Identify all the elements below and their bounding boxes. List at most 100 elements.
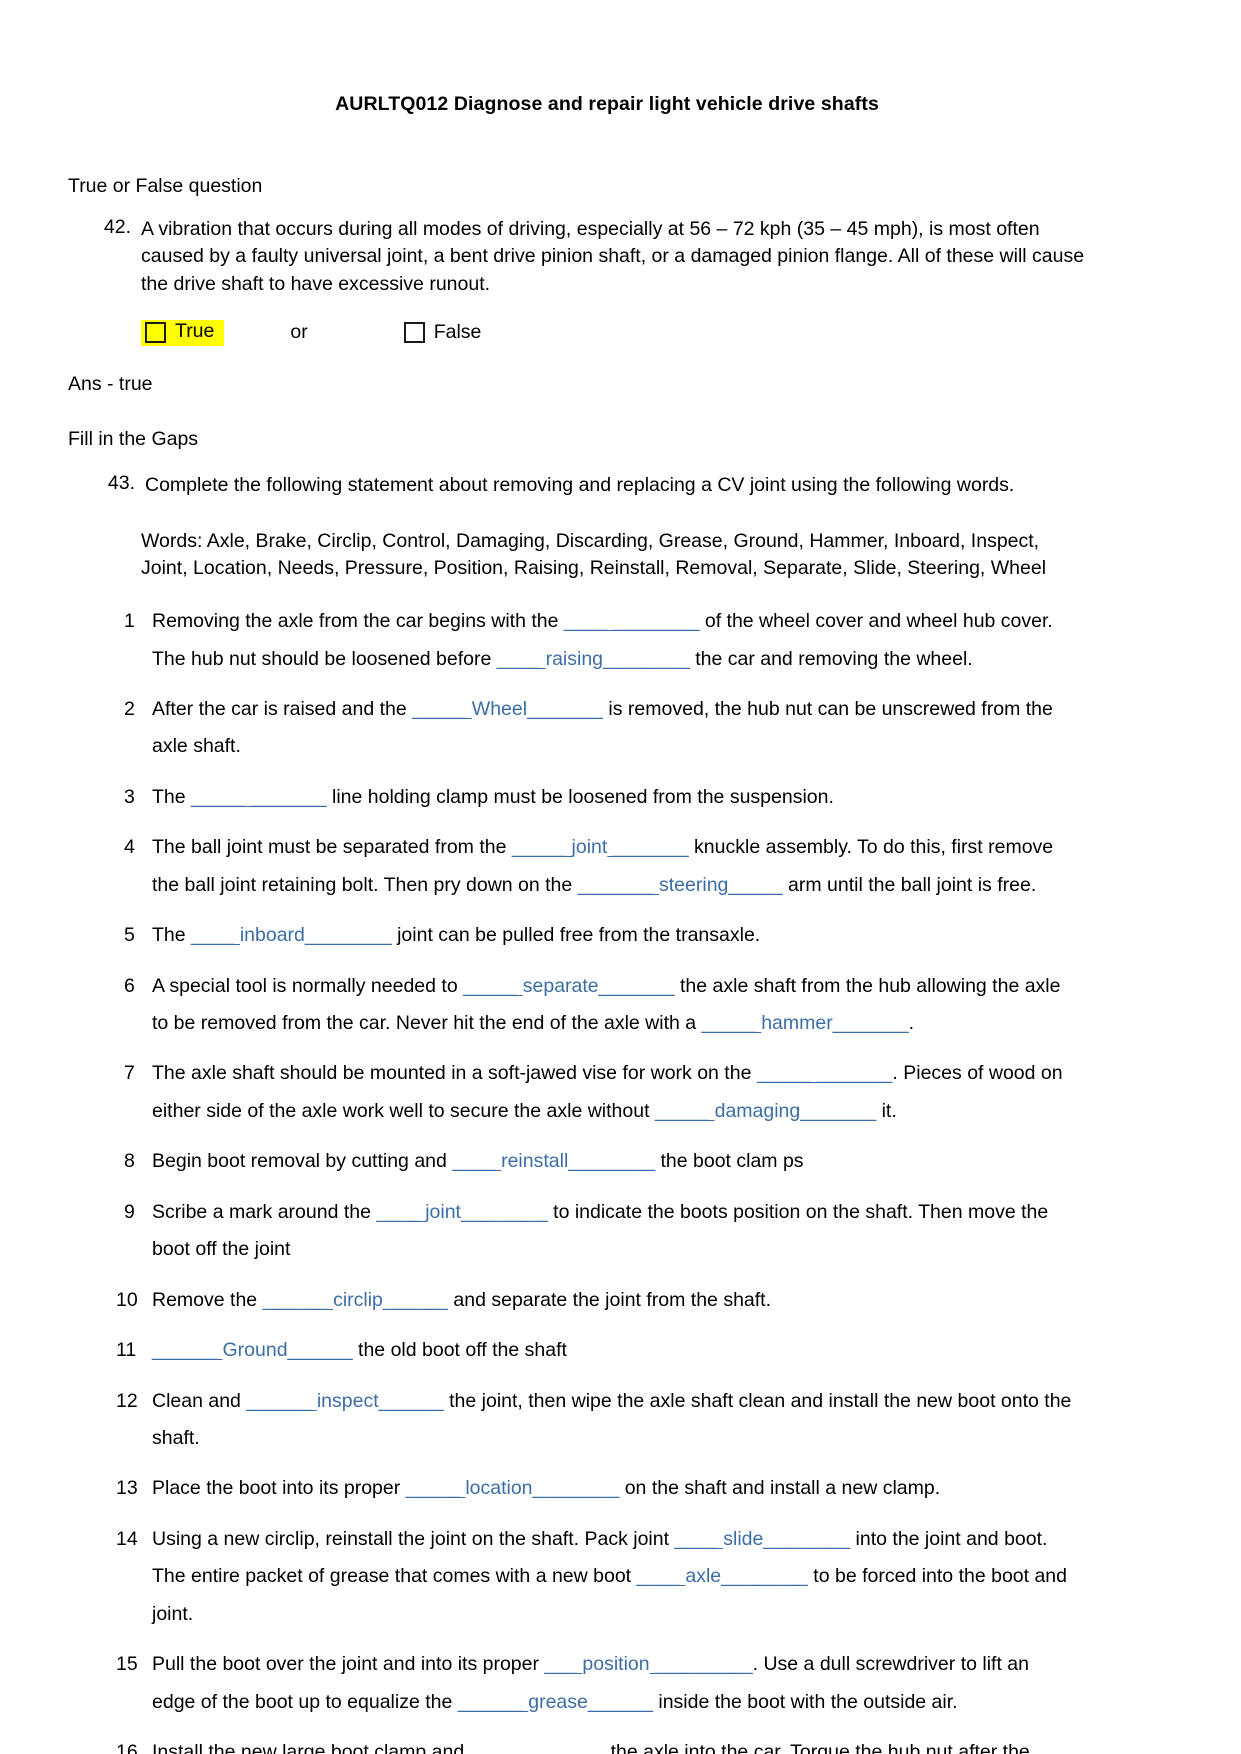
gap-blank-line[interactable]: _____ _______ — [757, 1062, 893, 1084]
gap-item: 11 ______ Ground______ the old boot off t… — [108, 1332, 1146, 1369]
gap-blank-line[interactable]: ____ ________ — [564, 610, 700, 632]
gap-answer-word[interactable]: reinstall — [501, 1150, 568, 1172]
gap-answer-word[interactable]: circlip — [333, 1289, 383, 1311]
gap-static-text: Begin boot removal by cutting and — [152, 1150, 453, 1173]
gap-static-text: Pull the boot over the joint and into it… — [152, 1653, 545, 1676]
gap-item-number: 14 — [116, 1527, 138, 1550]
gap-static-text: it. — [876, 1099, 897, 1122]
gap-items-list: 1 Removing the axle from the car begins w… — [68, 603, 1146, 1754]
gap-blank-line[interactable]: ____ — [191, 924, 240, 946]
gap-answer-word[interactable]: raising — [546, 648, 603, 670]
gap-blank-line[interactable]: _____ — [412, 698, 472, 720]
gap-item-number: 15 — [116, 1653, 138, 1676]
gap-blank-line[interactable]: ____ — [637, 1565, 686, 1587]
gap-item: 13 Place the boot into its proper _____ l… — [108, 1470, 1146, 1507]
gap-answer-word[interactable]: joint — [425, 1201, 461, 1223]
gap-blank-line[interactable]: ________ — [461, 1201, 548, 1223]
gap-blank-line[interactable]: ______ — [152, 1339, 223, 1361]
gap-answer-word[interactable]: Wheel — [472, 698, 527, 720]
gap-answer-word[interactable]: inboard — [240, 924, 305, 946]
gap-answer-word[interactable]: axle — [685, 1565, 721, 1587]
gap-item: 8 Begin boot removal by cutting and ____ … — [108, 1143, 1146, 1180]
gap-static-text: on the shaft and install a new clamp. — [619, 1477, 941, 1500]
gap-static-text: After the car is raised and the — [152, 697, 413, 720]
question-42-choices: True or False — [68, 315, 1146, 351]
choice-false[interactable]: False — [403, 322, 481, 344]
gap-answer-word[interactable]: damaging — [715, 1100, 801, 1122]
gap-blank-line[interactable]: _____ — [702, 1012, 762, 1034]
words-bank-line-1: Words: Axle, Brake, Circlip, Control, Da… — [141, 529, 1040, 552]
gap-blank-line[interactable]: ________ — [721, 1565, 808, 1587]
gap-static-text: Place the boot into its proper — [152, 1477, 406, 1500]
checkbox-true-icon[interactable] — [145, 321, 166, 343]
gap-blank-line[interactable]: ________ — [568, 1150, 655, 1172]
gap-answer-word[interactable]: steering — [659, 874, 728, 896]
gap-blank-line[interactable]: _____ — [406, 1477, 466, 1499]
gap-blank-line[interactable]: _______ — [599, 975, 675, 997]
gap-item-number: 16 — [116, 1741, 138, 1754]
gap-blank-line[interactable]: ________ — [305, 924, 392, 946]
gap-answer-word[interactable]: hammer — [761, 1012, 833, 1034]
gap-item-text: ______ Ground______ the old boot off the… — [152, 1332, 1072, 1369]
gap-item: 12 Clean and ______ inspect______ the joi… — [108, 1383, 1146, 1458]
gap-blank-line[interactable]: _______ — [833, 1012, 909, 1034]
gap-blank-line[interactable]: ______ — [379, 1390, 444, 1412]
page-title: AURLTQ012 Diagnose and repair light vehi… — [335, 93, 879, 115]
document-page: AURLTQ012 Diagnose and repair light vehi… — [0, 0, 1241, 1754]
gap-item-text: Clean and ______ inspect______ the joint… — [152, 1383, 1072, 1458]
fill-gaps-heading: Fill in the Gaps — [68, 427, 199, 450]
gap-blank-line[interactable]: ____ — [674, 1528, 723, 1550]
gap-blank-line[interactable]: _______ — [578, 874, 659, 896]
gap-blank-line[interactable]: ___ — [544, 1653, 582, 1675]
gap-item-text: The axle shaft should be mounted in a so… — [152, 1055, 1072, 1130]
gap-blank-line[interactable]: ________ — [603, 648, 690, 670]
gap-blank-line[interactable]: ____ — [452, 1150, 501, 1172]
gap-blank-line[interactable]: _________ — [650, 1653, 753, 1675]
gap-blank-line[interactable]: ______ — [288, 1339, 353, 1361]
gap-answer-word[interactable]: grease — [528, 1691, 588, 1713]
gap-blank-line[interactable]: _____ _______ — [191, 786, 327, 808]
gap-answer-word[interactable]: position — [582, 1653, 649, 1675]
gap-blank-line[interactable]: _____ — [512, 836, 572, 858]
gap-blank-line[interactable]: ____ — [376, 1201, 425, 1223]
gap-item-text: Place the boot into its proper _____ loc… — [152, 1470, 1072, 1507]
gap-item-number: 11 — [116, 1339, 137, 1362]
gap-blank-line[interactable]: _____ — [655, 1100, 715, 1122]
gap-item-number: 8 — [124, 1150, 135, 1173]
gap-answer-word[interactable]: slide — [723, 1528, 763, 1550]
gap-blank-line[interactable]: ______ — [246, 1390, 317, 1412]
gap-item-text: Removing the axle from the car begins wi… — [152, 603, 1072, 678]
checkbox-false-icon[interactable] — [403, 322, 425, 344]
choice-true[interactable]: True — [141, 319, 225, 346]
gap-blank-line[interactable]: _____ — [728, 874, 782, 896]
gap-static-text: joint can be pulled free from the transa… — [391, 924, 761, 947]
gap-blank-line[interactable]: ________ — [763, 1528, 850, 1550]
gap-blank-line[interactable]: ______ — [588, 1691, 653, 1713]
gap-static-text: the car and removing the wheel. — [689, 647, 973, 670]
gap-static-text: arm until the ball joint is free. — [782, 873, 1037, 896]
gap-answer-word[interactable]: Ground — [223, 1339, 288, 1361]
gap-blank-line[interactable]: ________ — [533, 1477, 620, 1499]
gap-blank-line[interactable]: _______ — [607, 836, 689, 858]
gap-blank-line[interactable]: ______ — [263, 1289, 334, 1311]
gap-item-number: 12 — [116, 1389, 138, 1412]
gap-answer-word[interactable]: separate — [523, 975, 599, 997]
gap-blank-line[interactable]: ______ — [458, 1691, 529, 1713]
gap-blank-line[interactable]: _______ — [527, 698, 603, 720]
gap-blank-line[interactable]: ______ — [383, 1289, 448, 1311]
gap-blank-line[interactable]: _____ — [463, 975, 523, 997]
gap-item-number: 1 — [124, 610, 135, 633]
gap-answer-word[interactable]: location — [465, 1477, 532, 1499]
gap-static-text: The — [152, 785, 192, 808]
gap-static-text: line holding clamp must be loosened from… — [326, 785, 834, 808]
question-42-text: A vibration that occurs during all modes… — [141, 217, 1085, 296]
gap-answer-word[interactable]: joint — [572, 836, 608, 858]
gap-item-text: The ____ inboard________ joint can be pu… — [152, 917, 1072, 954]
gap-blank-line[interactable]: ____ — [497, 648, 546, 670]
question-43-number: 43. — [107, 472, 135, 495]
gap-static-text: Using a new circlip, reinstall the joint… — [152, 1527, 675, 1550]
question-42-number: 42. — [103, 215, 131, 238]
gap-blank-line[interactable]: _______ — [800, 1100, 876, 1122]
gap-blank-line[interactable]: ______ ______ — [470, 1741, 606, 1754]
gap-answer-word[interactable]: inspect — [317, 1390, 379, 1412]
